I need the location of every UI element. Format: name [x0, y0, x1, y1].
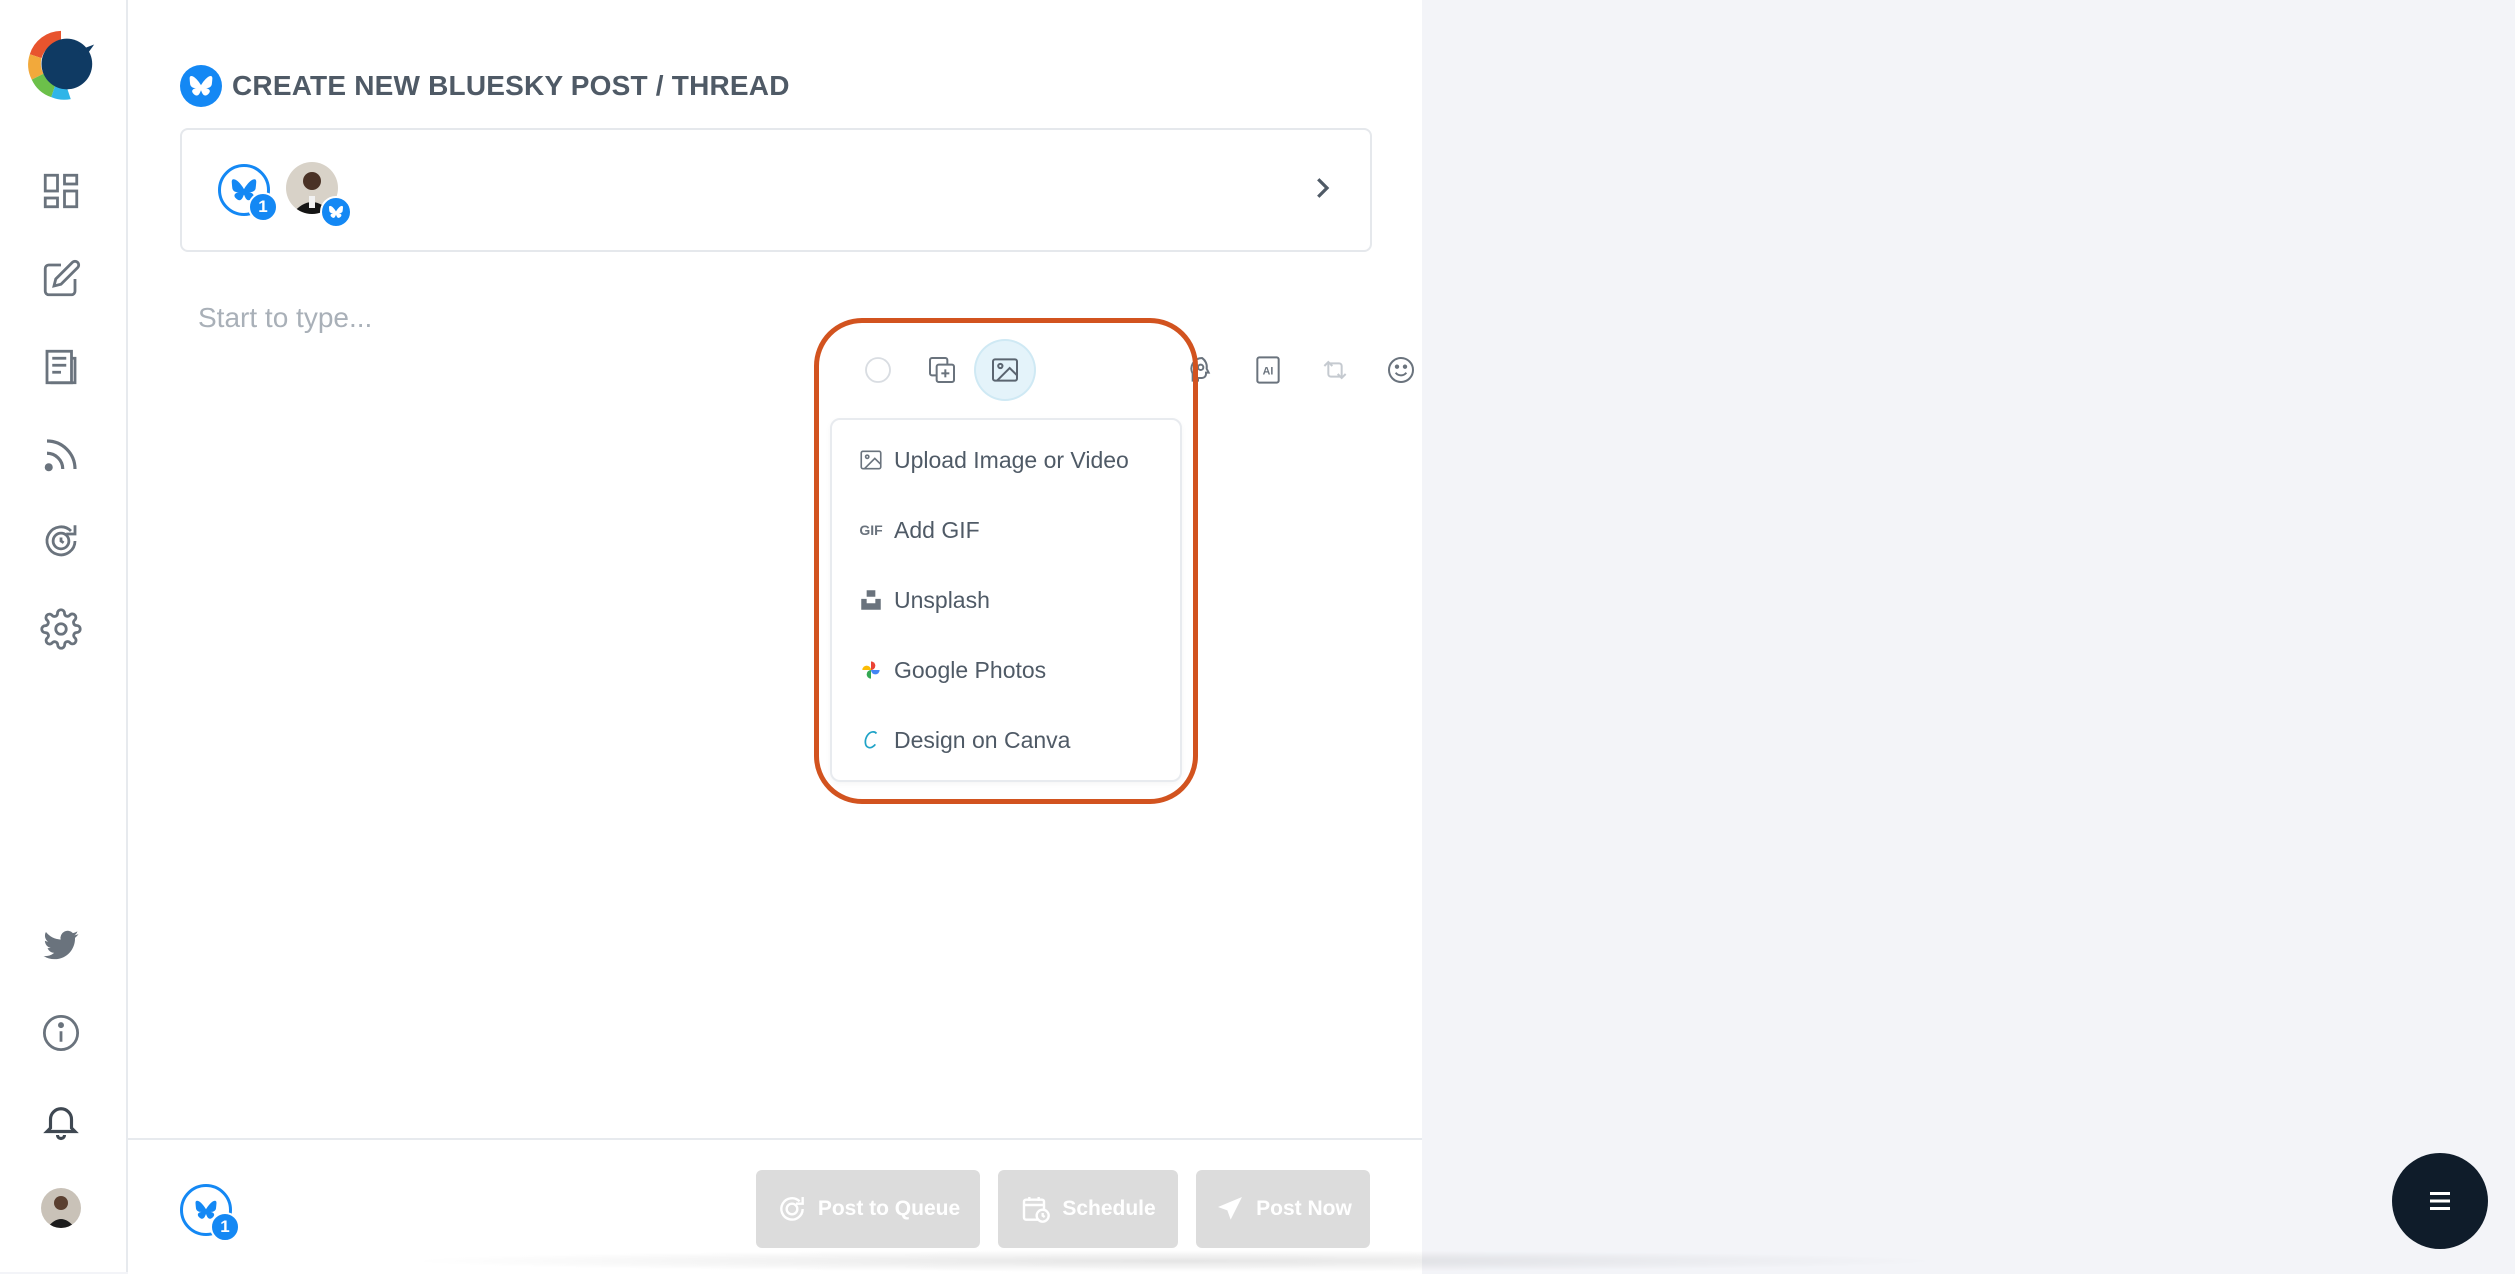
posts-list-icon[interactable] [36, 342, 86, 392]
unsplash-icon [856, 585, 886, 615]
menu-item-google-photos[interactable]: Google Photos [856, 648, 1046, 692]
calendar-clock-icon [1023, 1197, 1051, 1223]
menu-item-upload-image[interactable]: Upload Image or Video [856, 438, 1129, 482]
menu-item-add-gif[interactable]: GIF Add GIF [856, 508, 979, 552]
chevron-right-icon[interactable] [1302, 168, 1342, 208]
send-icon [1218, 1197, 1243, 1220]
canva-icon [856, 725, 886, 755]
compose-icon[interactable] [36, 254, 86, 304]
avatar-bluesky-badge-icon [320, 196, 352, 228]
hamburger-menu-icon [2430, 1192, 2450, 1210]
selected-count-badge: 1 [248, 192, 278, 222]
retweet-icon[interactable] [1311, 346, 1359, 394]
ai-icon[interactable]: AI [1244, 346, 1292, 394]
user-avatar[interactable] [41, 1188, 81, 1228]
notifications-bell-icon[interactable] [36, 1096, 86, 1146]
image-icon [856, 445, 886, 475]
recycle-schedule-icon[interactable] [36, 516, 86, 566]
rss-icon[interactable] [36, 430, 86, 480]
menu-item-canva[interactable]: Design on Canva [856, 718, 1070, 762]
gif-icon: GIF [859, 522, 883, 538]
circle-icon[interactable] [854, 346, 902, 394]
svg-text:AI: AI [1263, 366, 1274, 378]
media-dropdown-menu: Upload Image or Video GIF Add GIF Unspla… [830, 418, 1182, 782]
post-now-button[interactable]: Post Now [1196, 1170, 1370, 1248]
menu-fab-button[interactable] [2392, 1153, 2488, 1249]
bluesky-logo-icon [180, 65, 222, 107]
app-logo[interactable] [22, 24, 100, 104]
info-icon[interactable] [36, 1008, 86, 1058]
post-editor: CREATE NEW BLUESKY POST / THREAD 1 Start… [128, 0, 1479, 1274]
post-to-queue-button[interactable]: Post to Queue [756, 1170, 980, 1248]
queue-icon [780, 1197, 804, 1221]
image-icon[interactable] [976, 341, 1034, 399]
preview-pane [1422, 0, 2515, 1272]
brain-icon[interactable] [1178, 346, 1226, 394]
settings-icon[interactable] [36, 604, 86, 654]
footer-count-badge: 1 [210, 1212, 240, 1242]
dashboard-icon[interactable] [36, 166, 86, 216]
sidebar [0, 0, 128, 1272]
emoji-icon[interactable] [1377, 346, 1425, 394]
bottom-shadow [400, 1250, 1950, 1272]
schedule-button[interactable]: Schedule [998, 1170, 1178, 1248]
google-photos-icon [856, 655, 886, 685]
page-title: CREATE NEW BLUESKY POST / THREAD [232, 70, 790, 101]
account-selector[interactable]: 1 [180, 128, 1372, 252]
editor-header: CREATE NEW BLUESKY POST / THREAD [180, 64, 790, 108]
add-thread-icon[interactable] [918, 346, 966, 394]
twitter-icon[interactable] [36, 920, 86, 970]
menu-item-unsplash[interactable]: Unsplash [856, 578, 990, 622]
post-text-input[interactable]: Start to type... [198, 302, 372, 334]
